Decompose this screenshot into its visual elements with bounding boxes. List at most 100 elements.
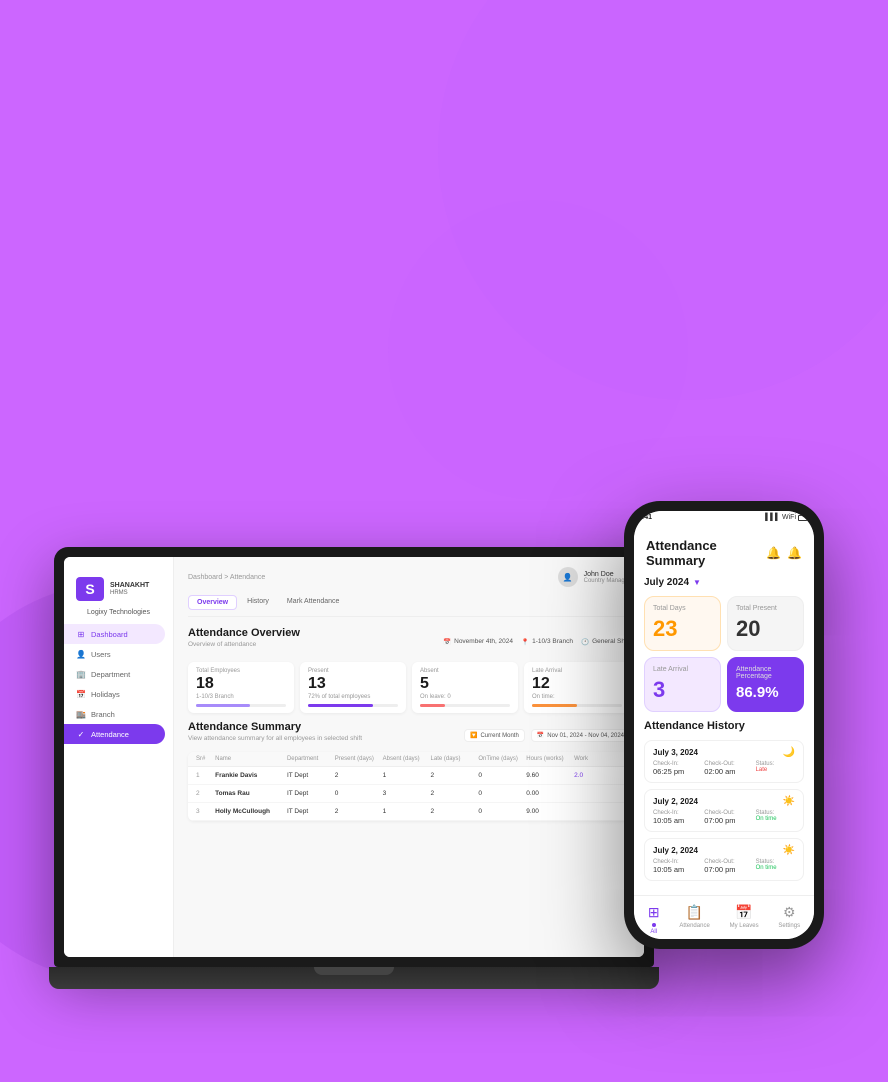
tab-mark-attendance[interactable]: Mark Attendance [279, 595, 348, 610]
summary-title: Attendance Summary [188, 721, 362, 733]
td-sr: 1 [196, 772, 215, 779]
td-dept: IT Dept [287, 790, 335, 797]
history-date-row: July 3, 2024 🌙 [653, 747, 795, 758]
checkin-detail: Check-In: 10:05 am [653, 810, 684, 825]
status-badge: On time [756, 816, 777, 822]
phone-status-bar: 9:41 ▌▌▌ WiFi [634, 511, 814, 524]
month-label: July 2024 [644, 577, 689, 588]
stat-label: Total Days [653, 605, 712, 612]
nav-label: All [650, 929, 657, 935]
stat-label: Present [308, 668, 398, 674]
stat-bar [532, 704, 622, 707]
table-header: Sr# Name Department Present (days) Absen… [188, 752, 630, 767]
company-sub: HRMS [110, 590, 149, 596]
department-icon: 🏢 [76, 669, 86, 679]
laptop-screen: S SHANAKHT HRMS Logixy Technologies ⊞ Da… [64, 557, 644, 957]
sidebar-item-department[interactable]: 🏢 Department [64, 664, 173, 684]
stat-value: 3 [653, 677, 712, 703]
stat-bar [420, 704, 510, 707]
moon-icon: 🌙 [783, 747, 795, 758]
th-present: Present (days) [335, 756, 383, 762]
avatar: 👤 [558, 567, 578, 587]
checkout-detail: Check-Out: 07:00 pm [704, 810, 735, 825]
checkin-value: 10:05 am [653, 816, 684, 825]
stat-value: 5 [420, 676, 510, 692]
home-icon: ⊞ [648, 904, 660, 921]
stat-sub: 72% of total employees [308, 694, 398, 700]
filter-branch[interactable]: 📍 1-10/3 Branch [521, 638, 573, 646]
status-detail: Status: On time [756, 859, 777, 874]
td-hours: 9.60 [526, 772, 574, 779]
bell-icon[interactable]: 🔔 [766, 546, 781, 560]
attendance-nav-icon: 📋 [686, 904, 703, 921]
tab-history[interactable]: History [239, 595, 277, 610]
filter-shift[interactable]: 🕐 General Shift [581, 638, 630, 646]
sidebar-item-users[interactable]: 👤 Users [64, 644, 173, 664]
stat-value: 13 [308, 676, 398, 692]
th-dept: Department [287, 756, 335, 762]
td-hours: 0.00 [526, 790, 574, 797]
history-date: July 2, 2024 [653, 797, 698, 806]
phone-header: Attendance Summary 🔔 🔔 [644, 532, 804, 574]
stat-late-arrival: Late Arrival 3 [644, 657, 721, 712]
sidebar-item-attendance[interactable]: ✓ Attendance [64, 724, 165, 744]
stat-bar [196, 704, 286, 707]
stat-bar-fill [196, 704, 250, 707]
month-selector[interactable]: July 2024 ▼ [644, 574, 804, 596]
breadcrumb: Dashboard > Attendance [188, 574, 265, 581]
sidebar-logo: S SHANAKHT HRMS [64, 569, 173, 605]
laptop-base [49, 967, 659, 989]
tab-overview[interactable]: Overview [188, 595, 237, 610]
td-dept: IT Dept [287, 772, 335, 779]
laptop: S SHANAKHT HRMS Logixy Technologies ⊞ Da… [54, 547, 654, 989]
phone-nav-settings[interactable]: ⚙ Settings [778, 904, 800, 935]
history-details: Check-In: 10:05 am Check-Out: 07:00 pm S… [653, 810, 795, 825]
sidebar-item-holidays[interactable]: 📅 Holidays [64, 684, 173, 704]
phone-nav-leaves[interactable]: 📅 My Leaves [730, 904, 759, 935]
overview-header: Attendance Overview Overview of attendan… [188, 627, 630, 656]
status-badge: Late [756, 767, 775, 773]
td-dept: IT Dept [287, 808, 335, 815]
sun-icon: ☀️ [783, 796, 795, 807]
td-late: 2 [431, 808, 479, 815]
signal-icon: ▌▌▌ [765, 514, 780, 521]
filter-date-range[interactable]: 📅 Nov 01, 2024 - Nov 04, 2024 [531, 729, 630, 742]
users-icon: 👤 [76, 649, 86, 659]
notification-icon[interactable]: 🔔 [787, 546, 802, 560]
td-name: Frankie Davis [215, 772, 287, 779]
history-date-row: July 2, 2024 ☀️ [653, 845, 795, 856]
phone-nav-all[interactable]: ⊞ All [648, 904, 660, 935]
attendance-icon: ✓ [76, 729, 86, 739]
history-date: July 2, 2024 [653, 846, 698, 855]
sidebar-item-dashboard[interactable]: ⊞ Dashboard [64, 624, 165, 644]
overview-title: Attendance Overview [188, 627, 300, 639]
checkout-value: 07:00 pm [704, 816, 735, 825]
nav-label: My Leaves [730, 923, 759, 929]
filter-month[interactable]: 🔽 Current Month [464, 729, 525, 742]
sidebar-item-branch[interactable]: 🏬 Branch [64, 704, 173, 724]
table-row: 1 Frankie Davis IT Dept 2 1 2 0 9.60 2.0 [188, 767, 630, 785]
history-date-row: July 2, 2024 ☀️ [653, 796, 795, 807]
stat-total-days: Total Days 23 [644, 596, 721, 651]
th-absent: Absent (days) [383, 756, 431, 762]
checkin-value: 10:05 am [653, 865, 684, 874]
td-hours: 9.00 [526, 808, 574, 815]
td-name: Tomas Rau [215, 790, 287, 797]
laptop-screen-outer: S SHANAKHT HRMS Logixy Technologies ⊞ Da… [54, 547, 654, 967]
calendar-icon: 📅 [537, 732, 544, 739]
filter-date[interactable]: 📅 November 4th, 2024 [443, 638, 513, 646]
phone-nav-attendance[interactable]: 📋 Attendance [679, 904, 709, 935]
td-present: 0 [335, 790, 383, 797]
checkin-detail: Check-In: 10:05 am [653, 859, 684, 874]
top-bar: Dashboard > Attendance 👤 John Doe Countr… [188, 567, 630, 587]
history-details: Check-In: 10:05 am Check-Out: 07:00 pm S… [653, 859, 795, 874]
history-item-2: July 2, 2024 ☀️ Check-In: 10:05 am Check… [644, 789, 804, 832]
stat-sub: 1-10/3 Branch [196, 694, 286, 700]
stat-sub: On time: [532, 694, 622, 700]
status-detail: Status: On time [756, 810, 777, 825]
th-sr: Sr# [196, 756, 215, 762]
stat-late: Late Arrival 12 On time: [524, 662, 630, 713]
stats-row: Total Employees 18 1-10/3 Branch Present… [188, 662, 630, 713]
sidebar-item-label: Branch [91, 710, 115, 719]
scene: S SHANAKHT HRMS Logixy Technologies ⊞ Da… [34, 109, 854, 1009]
